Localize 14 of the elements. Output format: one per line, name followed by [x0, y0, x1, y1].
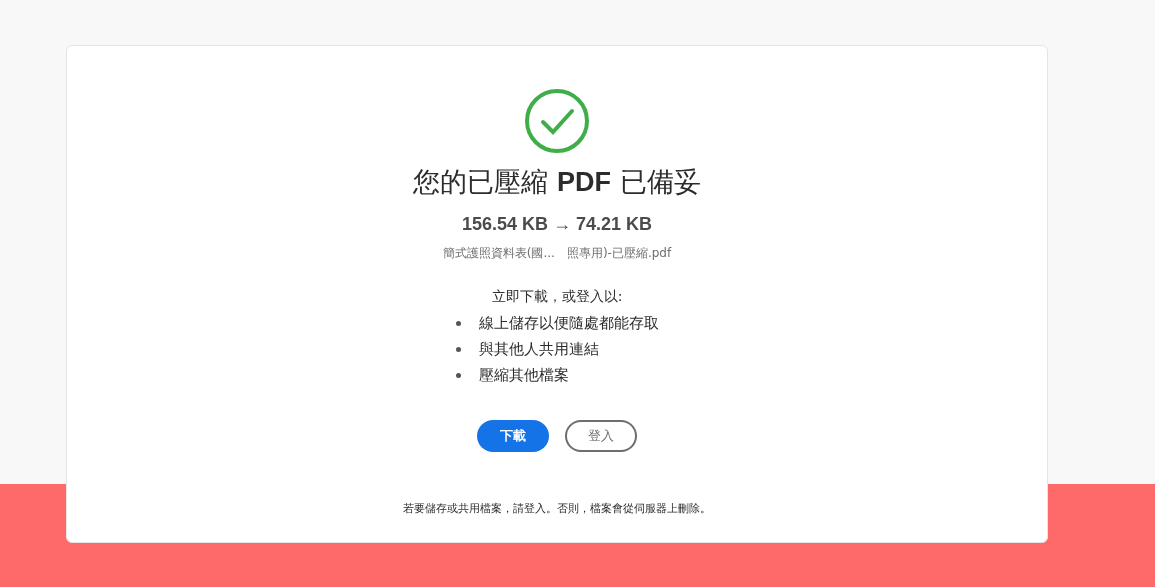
intro-text: 立即下載，或登入以:	[491, 288, 623, 306]
bullet-icon	[455, 372, 461, 378]
bullet-icon	[455, 320, 461, 326]
success-title: 您的已壓縮 PDF 已備妥	[413, 165, 701, 199]
check-circle-icon	[524, 88, 590, 154]
download-button[interactable]: 下載	[477, 420, 549, 452]
sign-in-button[interactable]: 登入	[565, 420, 637, 452]
benefit-text: 與其他人共用連結	[478, 339, 599, 359]
file-name: 簡式護照資料表(國... 照專用)-已壓縮.pdf	[442, 245, 672, 262]
bullet-icon	[455, 346, 461, 352]
benefit-text: 線上儲存以便隨處都能存取	[478, 313, 659, 333]
file-size-change: 156.54 KB → 74.21 KB	[461, 214, 653, 235]
benefit-text: 壓縮其他檔案	[478, 365, 569, 385]
footer-note: 若要儲存或共用檔案，請登入。否則，檔案會從伺服器上刪除。	[403, 501, 711, 516]
